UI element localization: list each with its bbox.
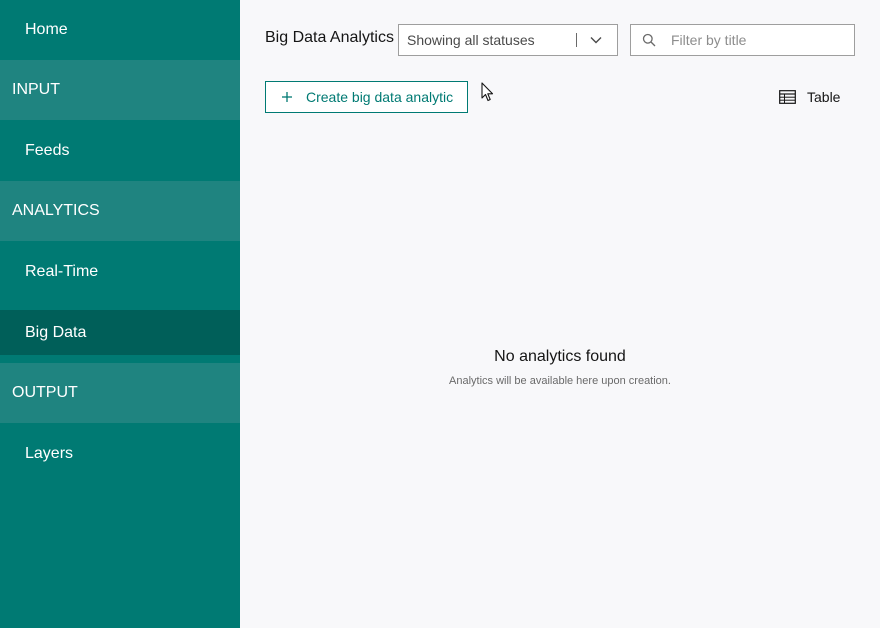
sidebar-item-label: Feeds	[25, 141, 70, 159]
sidebar-section-label: INPUT	[12, 81, 60, 98]
title-filter-field[interactable]	[630, 24, 855, 56]
sidebar-section-input: INPUT	[0, 60, 240, 120]
sidebar-item-label: Layers	[25, 444, 74, 462]
main-content: Big Data Analytics Showing all statuses …	[240, 0, 880, 628]
sidebar-section-analytics: ANALYTICS	[0, 181, 240, 241]
table-view-toggle[interactable]: Table	[778, 86, 840, 108]
mouse-pointer-icon	[481, 82, 495, 102]
select-divider	[576, 33, 577, 47]
sidebar: Home INPUT Feeds ANALYTICS Real-Time Big…	[0, 0, 240, 628]
sidebar-item-label: Home	[25, 21, 68, 38]
sidebar-item-big-data[interactable]: Big Data	[0, 310, 240, 355]
sidebar-item-home[interactable]: Home	[0, 0, 240, 60]
create-button-label: Create big data analytic	[306, 89, 454, 105]
page-title: Big Data Analytics	[265, 29, 394, 46]
status-filter-select[interactable]: Showing all statuses	[398, 24, 618, 56]
sidebar-section-output: OUTPUT	[0, 363, 240, 423]
sidebar-item-layers[interactable]: Layers	[0, 423, 240, 484]
plus-icon	[280, 90, 294, 104]
create-big-data-analytic-button[interactable]: Create big data analytic	[265, 81, 468, 113]
chevron-down-icon	[589, 33, 603, 47]
sidebar-item-feeds[interactable]: Feeds	[0, 120, 240, 181]
sidebar-section-label: OUTPUT	[12, 384, 78, 401]
sidebar-item-label: Big Data	[25, 323, 87, 341]
title-filter-input[interactable]	[671, 32, 841, 48]
sidebar-item-label: Real-Time	[25, 262, 99, 280]
empty-state-subtitle: Analytics will be available here upon cr…	[449, 375, 671, 387]
status-filter-value: Showing all statuses	[407, 32, 535, 48]
empty-state-title: No analytics found	[494, 348, 626, 365]
search-icon	[641, 32, 657, 48]
sidebar-item-real-time[interactable]: Real-Time	[0, 241, 240, 302]
table-view-label: Table	[807, 89, 841, 105]
sidebar-section-label: ANALYTICS	[12, 202, 100, 219]
table-icon	[778, 89, 796, 105]
